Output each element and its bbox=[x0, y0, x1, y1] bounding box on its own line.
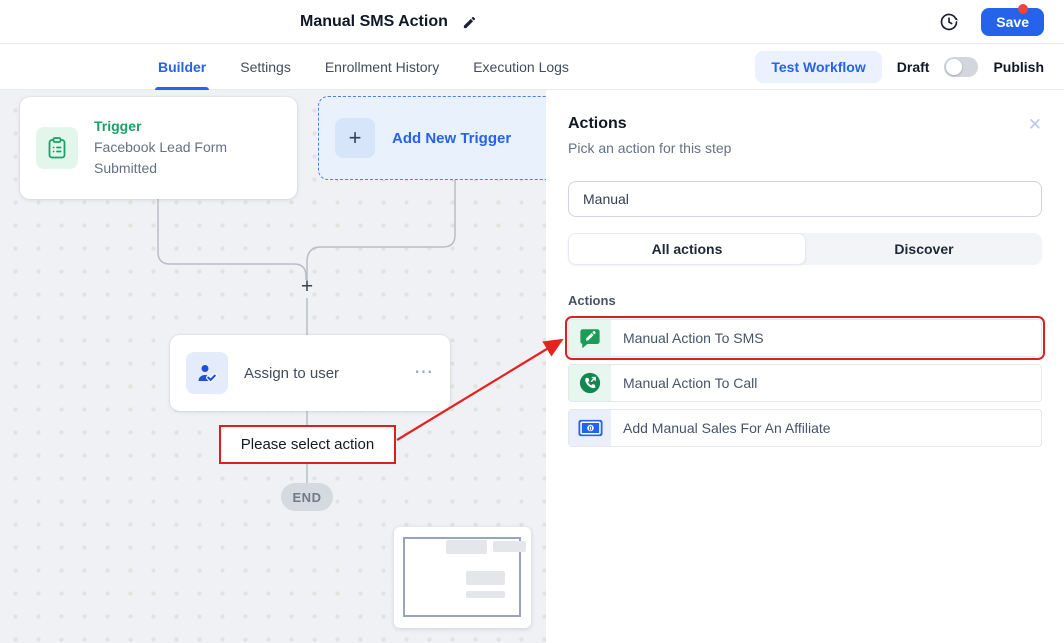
panel-title: Actions bbox=[568, 115, 627, 133]
workflow-builder-app: Manual SMS Action Save Builder Settin bbox=[0, 0, 1064, 643]
action-item-manual-call[interactable]: Manual Action To Call bbox=[568, 364, 1042, 402]
action-search-input[interactable] bbox=[568, 181, 1042, 217]
assign-to-user-node[interactable]: Assign to user ⋯ bbox=[170, 335, 450, 411]
minimap-node bbox=[466, 571, 505, 585]
tab-bar: Builder Settings Enrollment History Exec… bbox=[0, 44, 1064, 90]
panel-header: Actions ✕ bbox=[568, 115, 1042, 133]
action-item-manual-sms[interactable]: Manual Action To SMS bbox=[568, 319, 1042, 357]
add-new-trigger-button[interactable]: + Add New Trigger bbox=[318, 96, 546, 180]
main-area: Trigger Facebook Lead Form Submitted + A… bbox=[0, 90, 1064, 643]
test-workflow-button[interactable]: Test Workflow bbox=[755, 51, 881, 83]
ellipsis-icon[interactable]: ⋯ bbox=[414, 368, 434, 378]
publish-toggle[interactable] bbox=[944, 57, 978, 77]
add-trigger-label: Add New Trigger bbox=[392, 130, 511, 147]
toggle-knob bbox=[946, 59, 962, 75]
tab-enrollment-history[interactable]: Enrollment History bbox=[325, 44, 439, 90]
annotation-note: Please select action bbox=[219, 425, 396, 464]
tab-settings[interactable]: Settings bbox=[240, 44, 291, 90]
clipboard-icon bbox=[36, 127, 78, 169]
user-check-icon bbox=[186, 352, 228, 394]
action-item-label: Manual Action To Call bbox=[623, 375, 757, 391]
minimap-node bbox=[493, 541, 526, 552]
trigger-title: Facebook Lead Form Submitted bbox=[94, 137, 266, 178]
add-step-plus-icon[interactable]: + bbox=[296, 276, 318, 298]
actions-panel: Actions ✕ Pick an action for this step A… bbox=[546, 90, 1064, 643]
assign-node-label: Assign to user bbox=[244, 365, 398, 382]
tab-execution-logs[interactable]: Execution Logs bbox=[473, 44, 569, 90]
svg-text:0: 0 bbox=[588, 425, 592, 432]
minimap-node bbox=[446, 540, 487, 554]
workflow-canvas[interactable]: Trigger Facebook Lead Form Submitted + A… bbox=[0, 90, 546, 643]
plus-icon: + bbox=[335, 118, 375, 158]
panel-subtitle: Pick an action for this step bbox=[568, 140, 1042, 156]
segment-discover[interactable]: Discover bbox=[806, 233, 1042, 265]
save-notification-dot bbox=[1018, 4, 1028, 14]
header: Manual SMS Action Save bbox=[0, 0, 1064, 44]
actions-segmented-control: All actions Discover bbox=[568, 233, 1042, 265]
end-node: END bbox=[281, 483, 333, 511]
action-item-affiliate-sale[interactable]: 0 Add Manual Sales For An Affiliate bbox=[568, 409, 1042, 447]
workflow-minimap[interactable] bbox=[394, 527, 531, 628]
publish-label: Publish bbox=[993, 59, 1044, 75]
phone-outgoing-icon bbox=[569, 365, 611, 401]
save-button[interactable]: Save bbox=[981, 8, 1044, 36]
tabbar-right: Test Workflow Draft Publish bbox=[755, 44, 1044, 90]
close-icon[interactable]: ✕ bbox=[1028, 116, 1042, 133]
action-item-label: Manual Action To SMS bbox=[623, 330, 764, 346]
draft-label: Draft bbox=[897, 59, 930, 75]
title-wrap: Manual SMS Action bbox=[300, 0, 477, 44]
banknote-icon: 0 bbox=[569, 410, 611, 446]
pencil-icon[interactable] bbox=[462, 15, 477, 30]
minimap-node bbox=[466, 591, 505, 598]
trigger-kicker: Trigger bbox=[94, 118, 266, 134]
clock-history-icon[interactable] bbox=[939, 12, 959, 32]
trigger-node[interactable]: Trigger Facebook Lead Form Submitted bbox=[20, 97, 297, 199]
sms-pencil-icon bbox=[569, 320, 611, 356]
tab-builder[interactable]: Builder bbox=[158, 44, 206, 90]
header-actions: Save bbox=[939, 0, 1044, 44]
action-item-label: Add Manual Sales For An Affiliate bbox=[623, 420, 831, 436]
segment-all-actions[interactable]: All actions bbox=[568, 233, 806, 265]
page-title: Manual SMS Action bbox=[300, 13, 448, 31]
trigger-text: Trigger Facebook Lead Form Submitted bbox=[94, 118, 266, 178]
action-list: Manual Action To SMS Manual Action To Ca… bbox=[568, 319, 1042, 447]
actions-section-label: Actions bbox=[568, 293, 1042, 308]
